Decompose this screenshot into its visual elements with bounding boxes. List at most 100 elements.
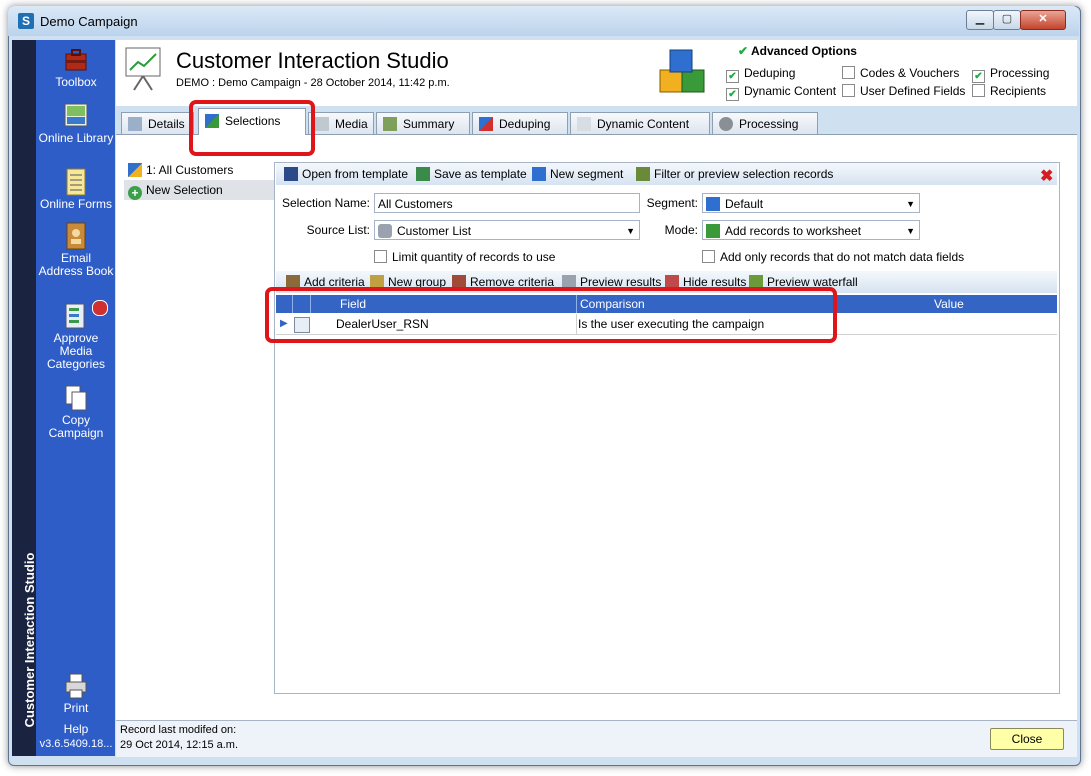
checkbox-box[interactable] [972,84,985,97]
sidebar-item-email-address-book[interactable]: Email Address Book [38,222,114,278]
dynamic-content-checkbox[interactable]: ✔ Dynamic Content [726,84,836,101]
chevron-down-icon[interactable]: ▼ [906,194,915,212]
button-label: Open from template [302,167,409,181]
filter-preview-button[interactable]: Filter or preview selection records [636,163,833,185]
address-book-icon [66,222,86,250]
mode-select[interactable]: Add records to worksheet ▼ [702,220,920,240]
checkbox-box[interactable] [702,250,715,263]
sidebar-item-online-library[interactable]: Online Library [38,102,114,145]
checkbox-box[interactable] [842,84,855,97]
minimize-button[interactable]: ▁ [966,10,994,30]
source-list-select[interactable]: Customer List ▼ [374,220,640,240]
tab-dynamic-content[interactable]: Dynamic Content [570,112,710,134]
checkbox-label: Codes & Vouchers [860,66,960,80]
list-item[interactable]: 1: All Customers [124,160,274,180]
chevron-down-icon[interactable]: ▼ [626,221,635,239]
delete-selection-icon[interactable]: ✖ [1040,166,1053,186]
new-segment-button[interactable]: New segment [532,163,623,185]
filter-icon [636,167,650,181]
help-link[interactable]: Help [38,722,114,736]
list-item-label: 1: All Customers [146,163,234,177]
details-icon [128,117,142,131]
list-item-label: New Selection [146,183,223,197]
sidebar-item-copy-campaign[interactable]: Copy Campaign [38,384,114,440]
checkbox-label: Dynamic Content [744,84,837,98]
checkbox-box[interactable] [374,250,387,263]
deduping-checkbox[interactable]: ✔ Deduping [726,66,795,83]
media-icon [315,117,329,131]
user-defined-fields-checkbox[interactable]: User Defined Fields [842,84,965,98]
checkbox-box[interactable]: ✔ [972,70,985,83]
sidebar-item-label: Print [63,701,89,715]
window-close-button[interactable]: ✕ [1020,10,1066,30]
forms-icon [66,168,86,196]
tab-summary[interactable]: Summary [376,112,470,134]
tab-label: Processing [739,117,799,131]
deduping-icon [479,117,493,131]
mode-value: Add records to worksheet [725,224,862,238]
recipients-checkbox[interactable]: Recipients [972,84,1046,98]
open-template-button[interactable]: Open from template [284,163,408,185]
column-header-value[interactable]: Value [934,295,964,313]
processing-checkbox[interactable]: ✔ Processing [972,66,1049,83]
source-list-value: Customer List [397,224,472,238]
tab-processing[interactable]: Processing [712,112,818,134]
worksheet-icon [706,224,720,238]
add-only-unmatched-checkbox[interactable]: Add only records that do not match data … [702,250,964,264]
page-title: Customer Interaction Studio [176,48,449,73]
codes-vouchers-checkbox[interactable]: Codes & Vouchers [842,66,959,80]
tab-label: Details [148,117,185,131]
sidebar-item-online-forms[interactable]: Online Forms [38,168,114,211]
checkbox-label: Limit quantity of records to use [392,250,556,264]
sidebar-item-print[interactable]: Print [38,672,114,715]
checkbox-label: Processing [990,66,1050,80]
sidebar-item-label: Toolbox [55,75,97,89]
tab-deduping[interactable]: Deduping [472,112,568,134]
source-list-label: Source List: [306,223,370,237]
checkbox-label: Add only records that do not match data … [720,250,965,264]
checkbox-label: User Defined Fields [860,84,966,98]
advanced-options-label: Advanced Options [750,44,857,58]
tab-label: Media [335,117,368,131]
sidebar-item-label: Online Library [38,131,114,145]
approve-media-icon [65,303,85,329]
sidebar-item-label: Email Address Book [38,251,114,278]
last-modified-date: 29 Oct 2014, 12:15 a.m. [120,739,239,751]
database-icon [378,224,392,238]
app-logo-icon: S [18,13,34,29]
checkbox-box[interactable] [842,66,855,79]
button-label: Save as template [434,167,527,181]
cubes-icon [659,49,705,93]
selections-tab-highlight [189,100,315,156]
selection-panel [274,162,1060,694]
selection-name-input[interactable]: All Customers [374,193,640,213]
save-template-button[interactable]: Save as template [416,163,527,185]
library-icon [64,103,88,127]
mode-label: Mode: [664,223,698,237]
maximize-button[interactable]: ▢ [993,10,1021,30]
printer-icon [65,673,87,699]
list-item[interactable]: + New Selection [124,180,274,200]
toolbox-icon [65,49,87,71]
chevron-down-icon[interactable]: ▼ [906,221,915,239]
segment-select[interactable]: Default ▼ [702,193,920,213]
title-bar[interactable] [8,6,1079,36]
advanced-options-title: ✔ Advanced Options [738,44,857,58]
criteria-row-highlight [265,287,837,343]
close-button[interactable]: Close [990,728,1064,750]
tab-label: Summary [403,117,455,131]
checkbox-label: Recipients [990,84,1047,98]
checkbox-box[interactable]: ✔ [726,88,739,101]
segment-icon [532,167,546,181]
presentation-easel-icon [125,47,161,91]
sidebar-item-toolbox[interactable]: Toolbox [38,46,114,89]
copy-icon [65,385,87,411]
floppy-icon [284,167,298,181]
checkbox-box[interactable]: ✔ [726,70,739,83]
dynamic-content-icon [577,117,591,131]
tab-details[interactable]: Details [121,112,194,134]
tab-media[interactable]: Media [308,112,374,134]
sidebar-item-label: Approve Media Categories [46,331,106,371]
limit-quantity-checkbox[interactable]: Limit quantity of records to use [374,250,555,264]
button-label: Filter or preview selection records [654,167,834,181]
